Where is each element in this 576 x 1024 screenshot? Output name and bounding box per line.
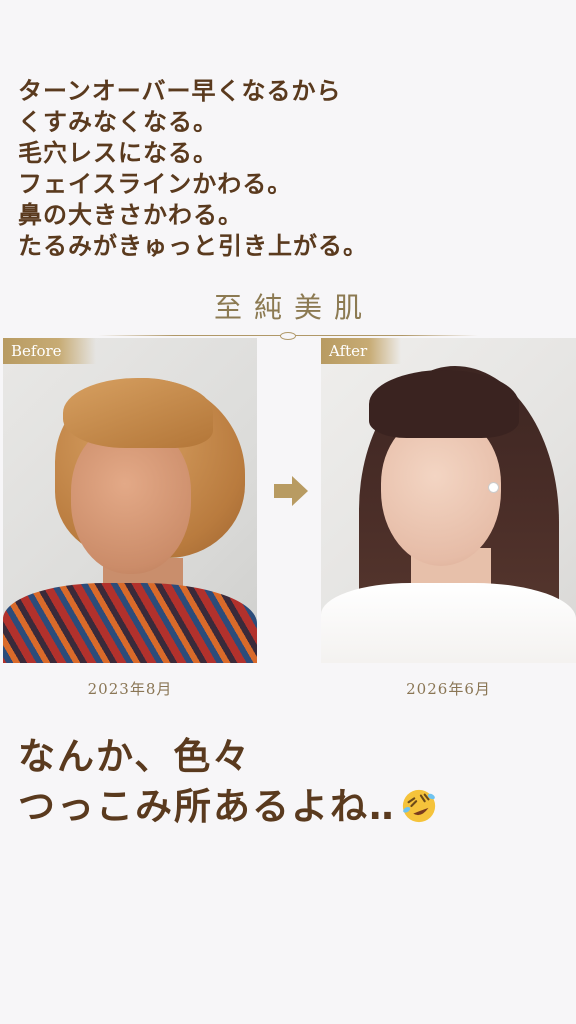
caption-line-2: つっこみ所あるよね‥ [18, 782, 558, 832]
bangs-shape [369, 370, 519, 438]
white-top-shape [321, 583, 576, 663]
before-photo: Before [3, 338, 257, 663]
intro-line: たるみがきゅっと引き上がる。 [18, 232, 368, 260]
intro-line: 毛穴レスになる。 [18, 139, 218, 167]
bangs-shape [63, 378, 213, 448]
before-tag: Before [3, 338, 96, 364]
intro-line: フェイスラインかわる。 [18, 170, 293, 198]
rolling-on-floor-laughing-icon [402, 789, 435, 823]
after-tag: After [321, 338, 402, 364]
after-photo: After [321, 338, 576, 663]
brand-title: 至純美肌 [213, 291, 374, 324]
patterned-top-shape [3, 583, 257, 663]
face-shape [381, 416, 501, 566]
intro-line: くすみなくなる。 [18, 108, 218, 136]
intro-line: 鼻の大きさかわる。 [18, 201, 243, 229]
intro-line: ターンオーバー早くなるから [18, 77, 342, 105]
caption-line-1: なんか、色々 [18, 735, 252, 778]
before-date: 2023年8月 [87, 680, 173, 698]
caption-line-2-text: つっこみ所あるよね‥ [18, 785, 396, 828]
earring-icon [489, 483, 498, 492]
after-date: 2026年6月 [406, 680, 491, 698]
arrow-right-icon [274, 476, 308, 506]
caption: なんか、色々 つっこみ所あるよね‥ [18, 732, 558, 832]
brand-header: 至純美肌 [0, 286, 576, 340]
intro-text: ターンオーバー早くなるから くすみなくなる。 毛穴レスになる。 フェイスラインか… [18, 76, 558, 262]
ornament-icon [280, 332, 296, 340]
